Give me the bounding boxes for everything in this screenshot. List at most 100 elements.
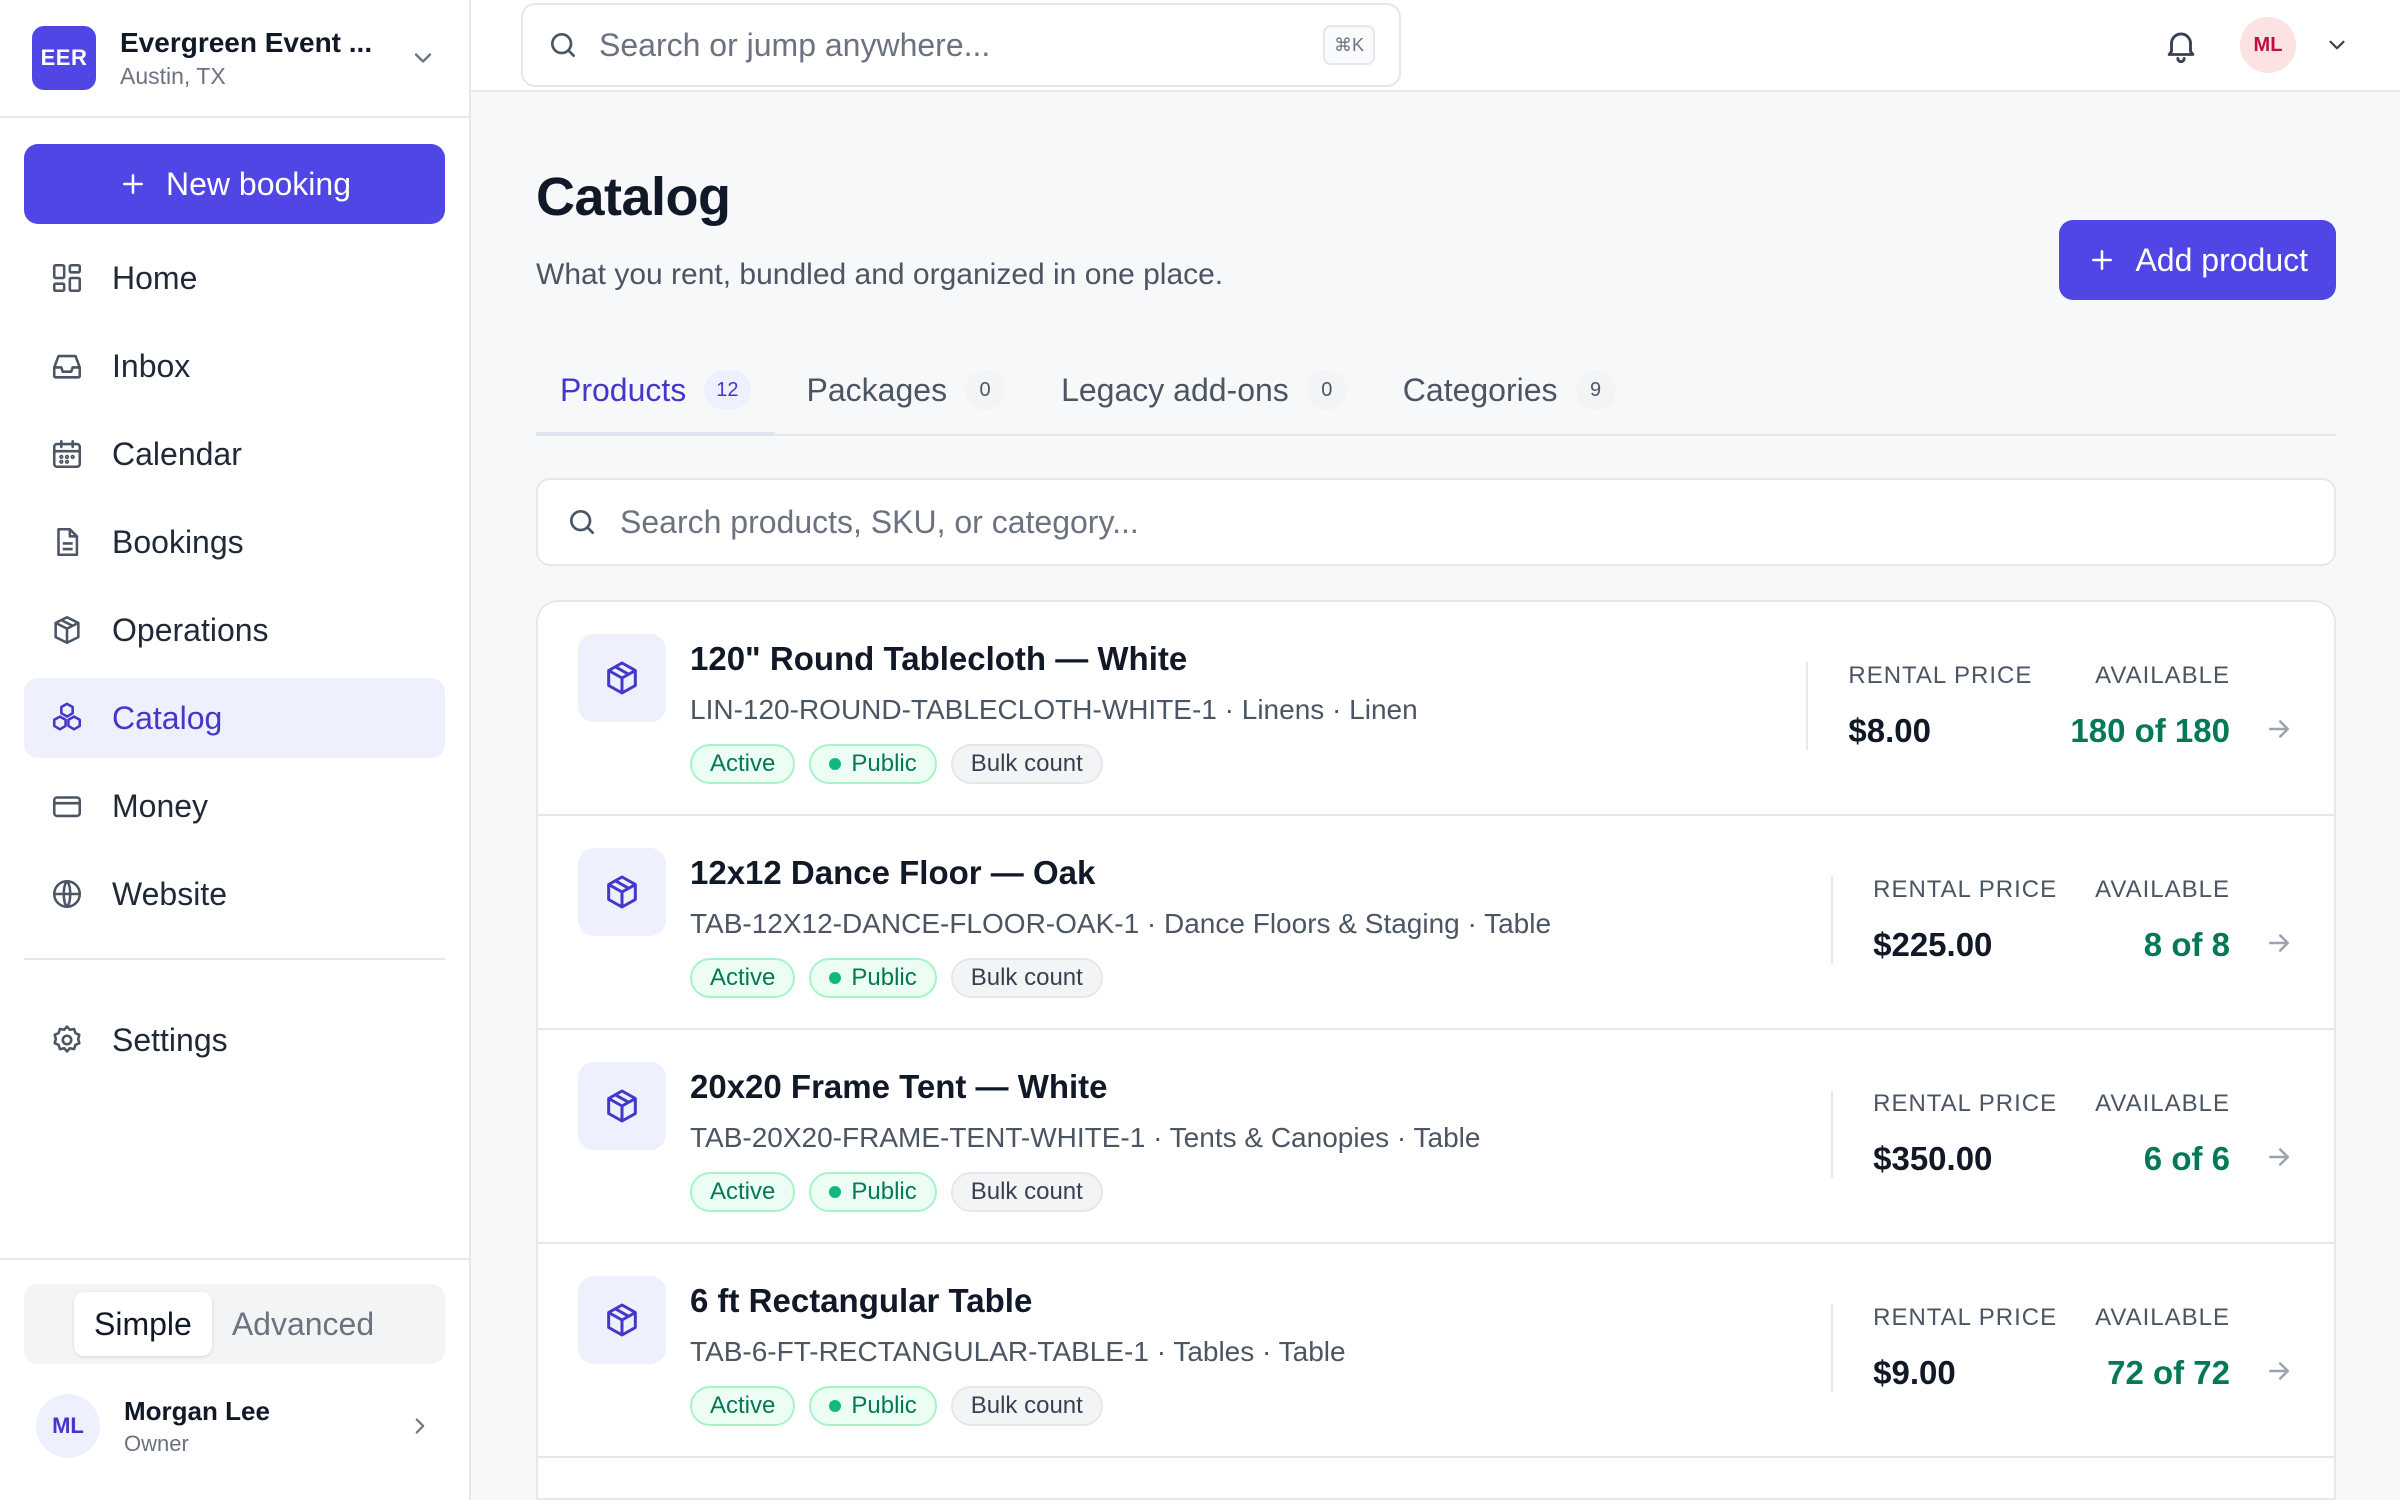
bell-icon[interactable] bbox=[2162, 26, 2200, 64]
sidebar-divider bbox=[24, 958, 445, 960]
product-meta: TAB-12X12-DANCE-FLOOR-OAK-1 · Dance Floo… bbox=[690, 908, 1552, 939]
available-value: 180 of 180 bbox=[2070, 712, 2230, 749]
status-dot-icon bbox=[829, 1186, 842, 1198]
product-stats: RENTAL PRICE $9.00 AVAILABLE 72 of 72 bbox=[1831, 1304, 2230, 1392]
sidebar-nav: Home Inbox Calendar Bookings Operations … bbox=[0, 238, 469, 942]
tab-count-badge: 12 bbox=[704, 370, 751, 410]
status-badge: Active bbox=[690, 1172, 796, 1212]
org-city: Austin, TX bbox=[120, 62, 226, 89]
table-row[interactable]: 120" Round Tablecloth — White LIN-120-RO… bbox=[538, 602, 2334, 816]
sidebar-item-operations[interactable]: Operations bbox=[24, 590, 445, 670]
chevron-right-icon bbox=[415, 1418, 425, 1434]
product-list: 120" Round Tablecloth — White LIN-120-RO… bbox=[536, 600, 2336, 1500]
package-icon bbox=[607, 661, 637, 695]
price-value: $8.00 bbox=[1848, 712, 1931, 749]
product-meta: TAB-6-FT-RECTANGULAR-TABLE-1 · Tables · … bbox=[690, 1336, 1346, 1367]
status-dot-icon bbox=[829, 972, 842, 984]
visibility-badge: Public bbox=[809, 958, 937, 998]
tab-packages[interactable]: Packages 0 bbox=[783, 348, 1030, 436]
cubes-icon bbox=[52, 702, 82, 731]
product-search[interactable] bbox=[536, 478, 2336, 566]
visibility-label: Public bbox=[851, 1392, 917, 1419]
product-info: 20x20 Frame Tent — White TAB-20X20-FRAME… bbox=[690, 1062, 1831, 1212]
sidebar-item-calendar[interactable]: Calendar bbox=[24, 414, 445, 494]
rental-price: RENTAL PRICE $9.00 bbox=[1873, 1304, 2057, 1392]
sidebar-item-label: Inbox bbox=[112, 347, 191, 384]
add-product-button[interactable]: Add product bbox=[2059, 220, 2336, 300]
tab-label: Products bbox=[560, 371, 687, 408]
app-shell: EER Evergreen Event ... Austin, TX New b… bbox=[0, 0, 2400, 1500]
sidebar-item-label: Operations bbox=[112, 611, 269, 648]
visibility-label: Public bbox=[851, 1178, 917, 1205]
package-icon bbox=[607, 1303, 637, 1337]
status-dot-icon bbox=[829, 758, 842, 770]
arrow-right-icon bbox=[2269, 720, 2289, 738]
visibility-badge: Public bbox=[809, 1172, 937, 1212]
new-booking-button[interactable]: New booking bbox=[24, 144, 445, 224]
sidebar-item-website[interactable]: Website bbox=[24, 854, 445, 934]
tab-label: Legacy add-ons bbox=[1061, 371, 1289, 408]
status-dot-icon bbox=[829, 1400, 842, 1412]
status-badge: Active bbox=[690, 958, 796, 998]
arrow-right-icon bbox=[2269, 1148, 2289, 1166]
avatar[interactable]: ML bbox=[2240, 17, 2296, 73]
search-icon bbox=[551, 33, 575, 57]
shortcut-hint: ⌘K bbox=[1323, 25, 1375, 65]
rental-price: RENTAL PRICE $350.00 bbox=[1873, 1090, 2057, 1178]
tracking-badge: Bulk count bbox=[950, 1172, 1103, 1212]
chevron-down-icon[interactable] bbox=[2324, 32, 2350, 58]
product-icon bbox=[578, 1276, 666, 1364]
sidebar: EER Evergreen Event ... Austin, TX New b… bbox=[0, 0, 471, 1500]
tab-products[interactable]: Products 12 bbox=[536, 348, 775, 436]
plus-icon bbox=[123, 174, 143, 194]
sidebar-item-inbox[interactable]: Inbox bbox=[24, 326, 445, 406]
product-stats: RENTAL PRICE $8.00 AVAILABLE 180 of 180 bbox=[1806, 662, 2230, 750]
org-switcher[interactable]: EER Evergreen Event ... Austin, TX bbox=[0, 0, 469, 118]
arrow-right-icon bbox=[2269, 934, 2289, 952]
card-icon bbox=[52, 796, 82, 818]
mode-advanced-button[interactable]: Advanced bbox=[212, 1292, 394, 1356]
tab-categories[interactable]: Categories 9 bbox=[1379, 348, 1640, 436]
document-icon bbox=[57, 527, 79, 557]
product-search-input[interactable] bbox=[620, 503, 2306, 541]
global-search[interactable]: ⌘K bbox=[521, 3, 1401, 87]
status-badge: Active bbox=[690, 1386, 796, 1426]
mode-toggle: Simple Advanced bbox=[24, 1284, 445, 1364]
add-product-label: Add product bbox=[2135, 241, 2308, 278]
product-badges: Active Public Bulk count bbox=[690, 958, 1831, 998]
product-badges: Active Public Bulk count bbox=[690, 744, 1806, 784]
sidebar-item-settings[interactable]: Settings bbox=[24, 1000, 445, 1080]
sidebar-item-home[interactable]: Home bbox=[24, 238, 445, 318]
tracking-badge: Bulk count bbox=[950, 744, 1103, 784]
sidebar-item-label: Catalog bbox=[112, 699, 223, 736]
sidebar-item-money[interactable]: Money bbox=[24, 766, 445, 846]
user-menu[interactable]: ML Morgan Lee Owner bbox=[24, 1394, 445, 1458]
availability: AVAILABLE 6 of 6 bbox=[2095, 1090, 2230, 1178]
global-search-input[interactable] bbox=[599, 26, 1303, 64]
sidebar-item-catalog[interactable]: Catalog bbox=[24, 678, 445, 758]
product-info: 12x12 Dance Floor — Oak TAB-12X12-DANCE-… bbox=[690, 848, 1831, 998]
product-stats: RENTAL PRICE $225.00 AVAILABLE 8 of 8 bbox=[1831, 876, 2230, 964]
user-role: Owner bbox=[124, 1430, 189, 1456]
product-badges: Active Public Bulk count bbox=[690, 1172, 1831, 1212]
tab-count-badge: 9 bbox=[1575, 370, 1616, 410]
sidebar-item-bookings[interactable]: Bookings bbox=[24, 502, 445, 582]
product-icon bbox=[578, 634, 666, 722]
table-row[interactable]: 20x20 Frame Tent — White TAB-20X20-FRAME… bbox=[538, 1030, 2334, 1244]
availability: AVAILABLE 72 of 72 bbox=[2095, 1304, 2230, 1392]
tab-count-badge: 0 bbox=[965, 370, 1006, 410]
table-row[interactable]: 12x12 Dance Floor — Oak TAB-12X12-DANCE-… bbox=[538, 816, 2334, 1030]
available-value: 6 of 6 bbox=[2143, 1140, 2230, 1177]
sidebar-nav-secondary: Settings bbox=[0, 1000, 469, 1088]
topbar: ⌘K ML bbox=[471, 0, 2400, 92]
org-name: Evergreen Event ... bbox=[120, 26, 373, 58]
tab-legacy-add-ons[interactable]: Legacy add-ons 0 bbox=[1037, 348, 1371, 436]
page-title: Catalog bbox=[536, 167, 731, 227]
product-stats: RENTAL PRICE $350.00 AVAILABLE 6 of 6 bbox=[1831, 1090, 2230, 1178]
user-text: Morgan Lee Owner bbox=[124, 1396, 407, 1457]
mode-simple-button[interactable]: Simple bbox=[74, 1292, 212, 1356]
product-icon bbox=[578, 1062, 666, 1150]
stat-label: RENTAL PRICE bbox=[1848, 662, 2033, 689]
table-row[interactable]: 6 ft Rectangular Table TAB-6-FT-RECTANGU… bbox=[538, 1244, 2334, 1458]
org-text: Evergreen Event ... Austin, TX bbox=[120, 27, 409, 90]
